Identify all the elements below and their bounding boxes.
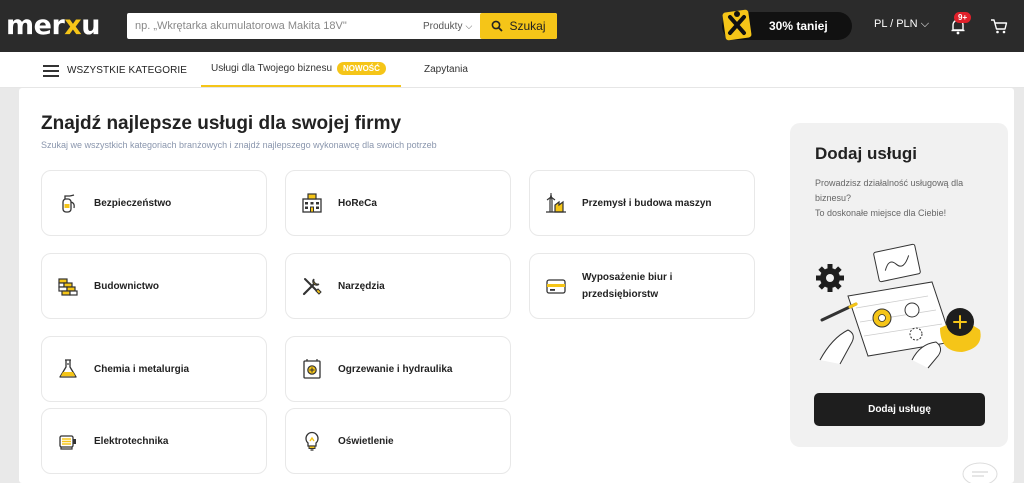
category-tile-construction[interactable]: Budownictwo [41, 253, 267, 319]
new-badge: NOWOŚĆ [337, 62, 386, 75]
search-category-select[interactable]: Produkty ⌵ [423, 13, 472, 39]
office-equipment-icon [546, 279, 566, 294]
fire-extinguisher-icon [62, 194, 75, 213]
chevron-down-icon: ⌵ [920, 18, 930, 30]
category-label: HoReCa [338, 197, 377, 209]
search-bar: Produkty⌵ Szukaj [127, 13, 557, 39]
search-icon [492, 20, 504, 32]
all-categories-link[interactable]: WSZYSTKIE KATEGORIE [67, 65, 187, 76]
category-tile-electrical[interactable]: Elektrotechnika [41, 408, 267, 474]
category-label: Przemysł i budowa maszyn [582, 197, 712, 209]
category-label: Narzędzia [338, 280, 385, 292]
category-label: Elektrotechnika [94, 435, 169, 447]
boiler-icon [303, 359, 321, 379]
category-tile-industry[interactable]: Przemysł i budowa maszyn [529, 170, 755, 236]
factory-icon [546, 193, 566, 213]
category-label: Oświetlenie [338, 435, 394, 447]
services-illustration [816, 243, 981, 369]
electric-motor-icon [59, 435, 76, 450]
panel-description: Prowadzisz działalność usługową dla bizn… [815, 178, 964, 218]
category-tile-tools[interactable]: Narzędzia [285, 253, 511, 319]
logo[interactable]: merxu [6, 10, 100, 41]
category-tile-heating[interactable]: Ogrzewanie i hydraulika [285, 336, 511, 402]
category-tile-lighting[interactable]: Oświetlenie [285, 408, 511, 474]
category-tile-horeca[interactable]: HoReCa [285, 170, 511, 236]
promo-text: 30% taniej [769, 19, 828, 33]
flask-icon [59, 359, 77, 378]
category-label: Wyposażenie biur i przedsiębiorstw [582, 272, 673, 300]
category-label: Ogrzewanie i hydraulika [338, 363, 453, 375]
add-service-button[interactable]: Dodaj usługę [814, 393, 985, 426]
top-bar: merxu Produkty⌵ Szukaj 30% taniej PL / P… [0, 0, 1024, 52]
hamburger-menu-icon[interactable] [43, 65, 59, 77]
bricks-icon [58, 278, 78, 296]
notification-badge: 9+ [954, 12, 972, 23]
tab-services[interactable]: Usługi dla Twojego biznesu NOWOŚĆ [201, 52, 401, 87]
tab-inquiries[interactable]: Zapytania [424, 52, 468, 87]
panel-title: Dodaj usługi [815, 144, 917, 163]
category-label: Chemia i metalurgia [94, 363, 190, 375]
cart-icon[interactable] [989, 16, 1009, 36]
category-label: Bezpieczeństwo [94, 197, 172, 209]
category-tile-chemistry[interactable]: Chemia i metalurgia [41, 336, 267, 402]
hotel-icon [302, 193, 322, 213]
promo-mascot-icon [722, 9, 752, 41]
category-label: Budownictwo [94, 280, 159, 292]
category-nav: WSZYSTKIE KATEGORIE Usługi dla Twojego b… [0, 52, 1024, 88]
page-subtitle: Szukaj we wszystkich kategoriach branżow… [41, 140, 437, 150]
category-tile-office[interactable]: Wyposażenie biur i przedsiębiorstw [529, 253, 755, 319]
lightbulb-icon [305, 431, 319, 451]
search-button[interactable]: Szukaj [480, 13, 557, 39]
add-services-panel: Dodaj usługi Prowadzisz działalność usłu… [790, 123, 1008, 447]
category-tile-security[interactable]: Bezpieczeństwo [41, 170, 267, 236]
promo-badge[interactable]: 30% taniej [722, 9, 852, 41]
page-title: Znajdź najlepsze usługi dla swojej firmy [41, 113, 402, 134]
chevron-down-icon: ⌵ [465, 21, 473, 31]
language-selector[interactable]: PL / PLN ⌵ [874, 18, 929, 31]
search-input[interactable] [127, 13, 417, 39]
tools-icon [302, 278, 322, 296]
chat-bubble-icon[interactable] [960, 458, 1000, 483]
